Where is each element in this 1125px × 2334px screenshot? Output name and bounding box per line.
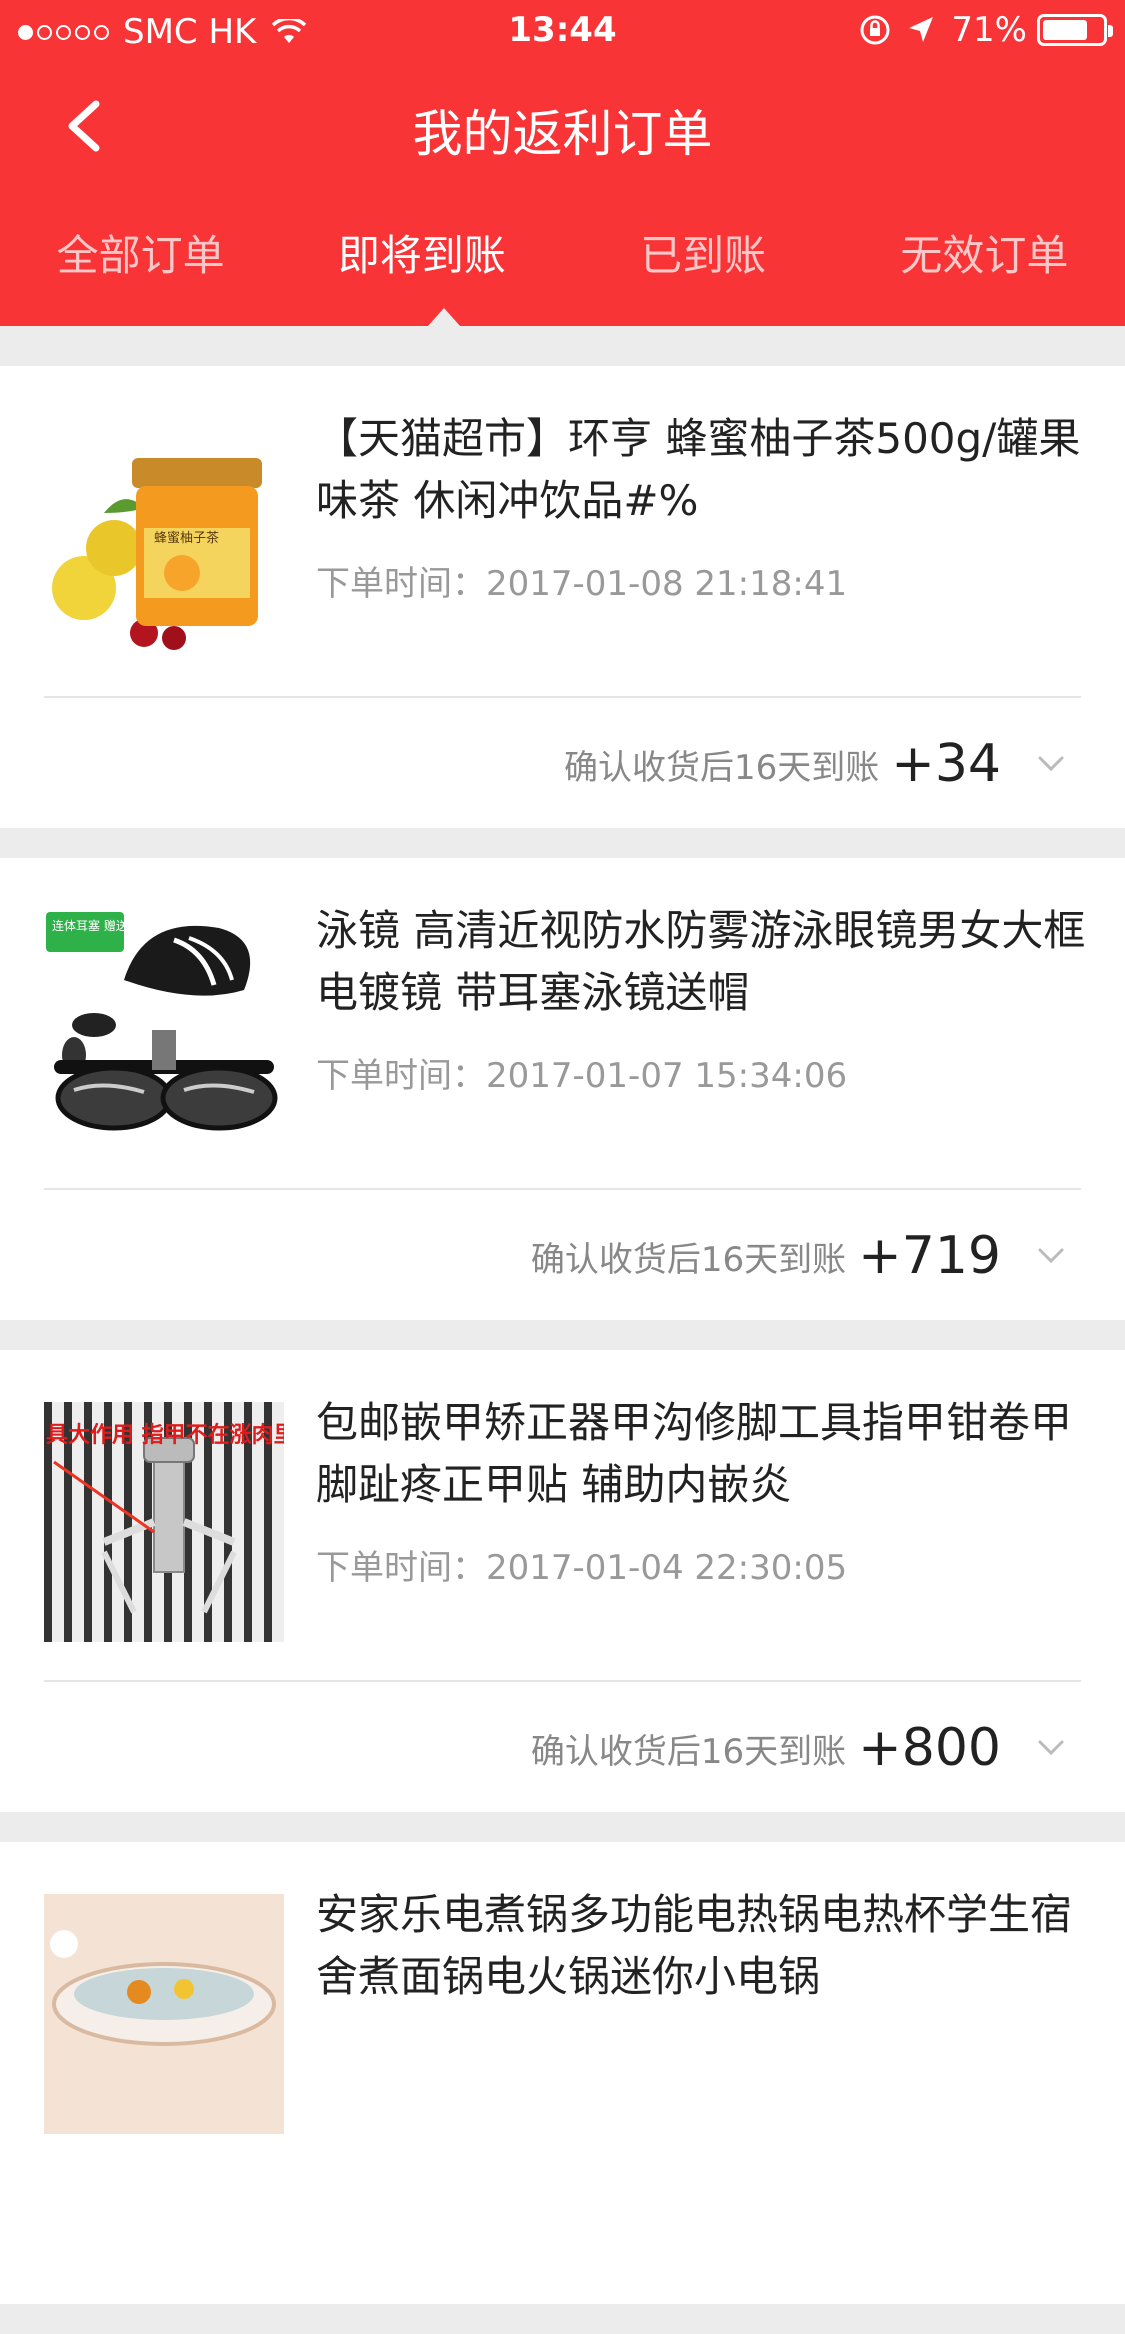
rebate-amount: +34 bbox=[891, 734, 1001, 794]
battery-icon bbox=[1037, 14, 1113, 46]
order-footer: 确认收货后16天到账 +34 bbox=[564, 734, 1065, 794]
jar-label: 蜂蜜柚子茶 bbox=[154, 530, 219, 546]
product-image: 连体耳塞 赠送泳帽 bbox=[44, 910, 284, 1150]
location-arrow-icon bbox=[909, 17, 934, 42]
order-time: 下单时间：2017-01-07 15:34:06 bbox=[316, 1056, 848, 1096]
product-name: 泳镜 高清近视防水防雾游泳眼镜男女大框电镀镜 带耳塞泳镜送帽 bbox=[316, 906, 1086, 1017]
order-card[interactable]: 蜂蜜柚子茶 【天猫超市】环亨 蜂蜜柚子茶500g/罐果味茶 休闲冲饮品#% 下单… bbox=[0, 366, 1125, 828]
divider bbox=[44, 1680, 1081, 1682]
rebate-amount: +800 bbox=[858, 1718, 1001, 1778]
product-image: 具大作用 指甲不在涨肉里 bbox=[44, 1402, 284, 1642]
chevron-down-icon[interactable] bbox=[1037, 1247, 1065, 1265]
product-name: 【天猫超市】环亨 蜂蜜柚子茶500g/罐果味茶 休闲冲饮品#% bbox=[316, 414, 1081, 525]
promo-badge: 连体耳塞 赠送泳帽 bbox=[52, 918, 152, 933]
nav-bar: 我的返利订单 bbox=[0, 70, 1125, 180]
product-name: 包邮嵌甲矫正器甲沟修脚工具指甲钳卷甲脚趾疼正甲贴 辅助内嵌炎 bbox=[316, 1398, 1073, 1509]
tab-all-orders[interactable]: 全部订单 bbox=[0, 222, 281, 302]
rebate-amount: +719 bbox=[858, 1226, 1001, 1286]
order-card[interactable]: 安家乐电煮锅多功能电热锅电热杯学生宿舍煮面锅电火锅迷你小电锅 bbox=[0, 1842, 1125, 2304]
orientation-lock-icon bbox=[860, 15, 890, 45]
product-image bbox=[44, 1894, 284, 2134]
active-tab-indicator bbox=[428, 308, 460, 326]
tab-invalid-orders[interactable]: 无效订单 bbox=[844, 222, 1125, 302]
page-title: 我的返利订单 bbox=[412, 105, 713, 163]
battery-percent: 71% bbox=[951, 10, 1027, 50]
divider bbox=[44, 1188, 1081, 1190]
status-right: 71% bbox=[859, 10, 1113, 50]
divider bbox=[44, 696, 1081, 698]
chevron-down-icon[interactable] bbox=[1037, 1739, 1065, 1757]
order-card[interactable]: 具大作用 指甲不在涨肉里 包邮嵌甲矫正器甲沟修脚工具指甲钳卷甲脚趾疼正甲贴 辅助… bbox=[0, 1350, 1125, 1812]
order-card[interactable]: 连体耳塞 赠送泳帽 泳镜 高清近视防水防雾游泳眼镜男女大框电镀镜 带耳塞泳镜送帽… bbox=[0, 858, 1125, 1320]
arrival-note: 确认收货后16天到账 bbox=[563, 747, 880, 788]
product-image: 蜂蜜柚子茶 bbox=[44, 418, 284, 658]
order-time: 下单时间：2017-01-04 22:30:05 bbox=[316, 1548, 848, 1588]
tab-received[interactable]: 已到账 bbox=[563, 222, 844, 302]
tab-coming-soon[interactable]: 即将到账 bbox=[281, 222, 562, 302]
status-bar: SMC HK 13:44 71% bbox=[0, 0, 1125, 60]
arrival-note: 确认收货后16天到账 bbox=[530, 1239, 847, 1280]
chevron-down-icon[interactable] bbox=[1037, 755, 1065, 773]
image-caption: 具大作用 指甲不在涨肉里 bbox=[46, 1422, 284, 1448]
tab-bar: 全部订单 即将到账 已到账 无效订单 bbox=[0, 222, 1125, 302]
order-footer: 确认收货后16天到账 +719 bbox=[531, 1226, 1065, 1286]
order-footer: 确认收货后16天到账 +800 bbox=[531, 1718, 1065, 1778]
arrival-note: 确认收货后16天到账 bbox=[530, 1731, 847, 1772]
order-time: 下单时间：2017-01-08 21:18:41 bbox=[316, 564, 848, 604]
header: SMC HK 13:44 71% 我的返利订单 全部订单 即将到账 已到账 无效… bbox=[0, 0, 1125, 326]
order-list: 蜂蜜柚子茶 【天猫超市】环亨 蜂蜜柚子茶500g/罐果味茶 休闲冲饮品#% 下单… bbox=[0, 366, 1125, 2334]
product-name: 安家乐电煮锅多功能电热锅电热杯学生宿舍煮面锅电火锅迷你小电锅 bbox=[316, 1890, 1073, 2001]
